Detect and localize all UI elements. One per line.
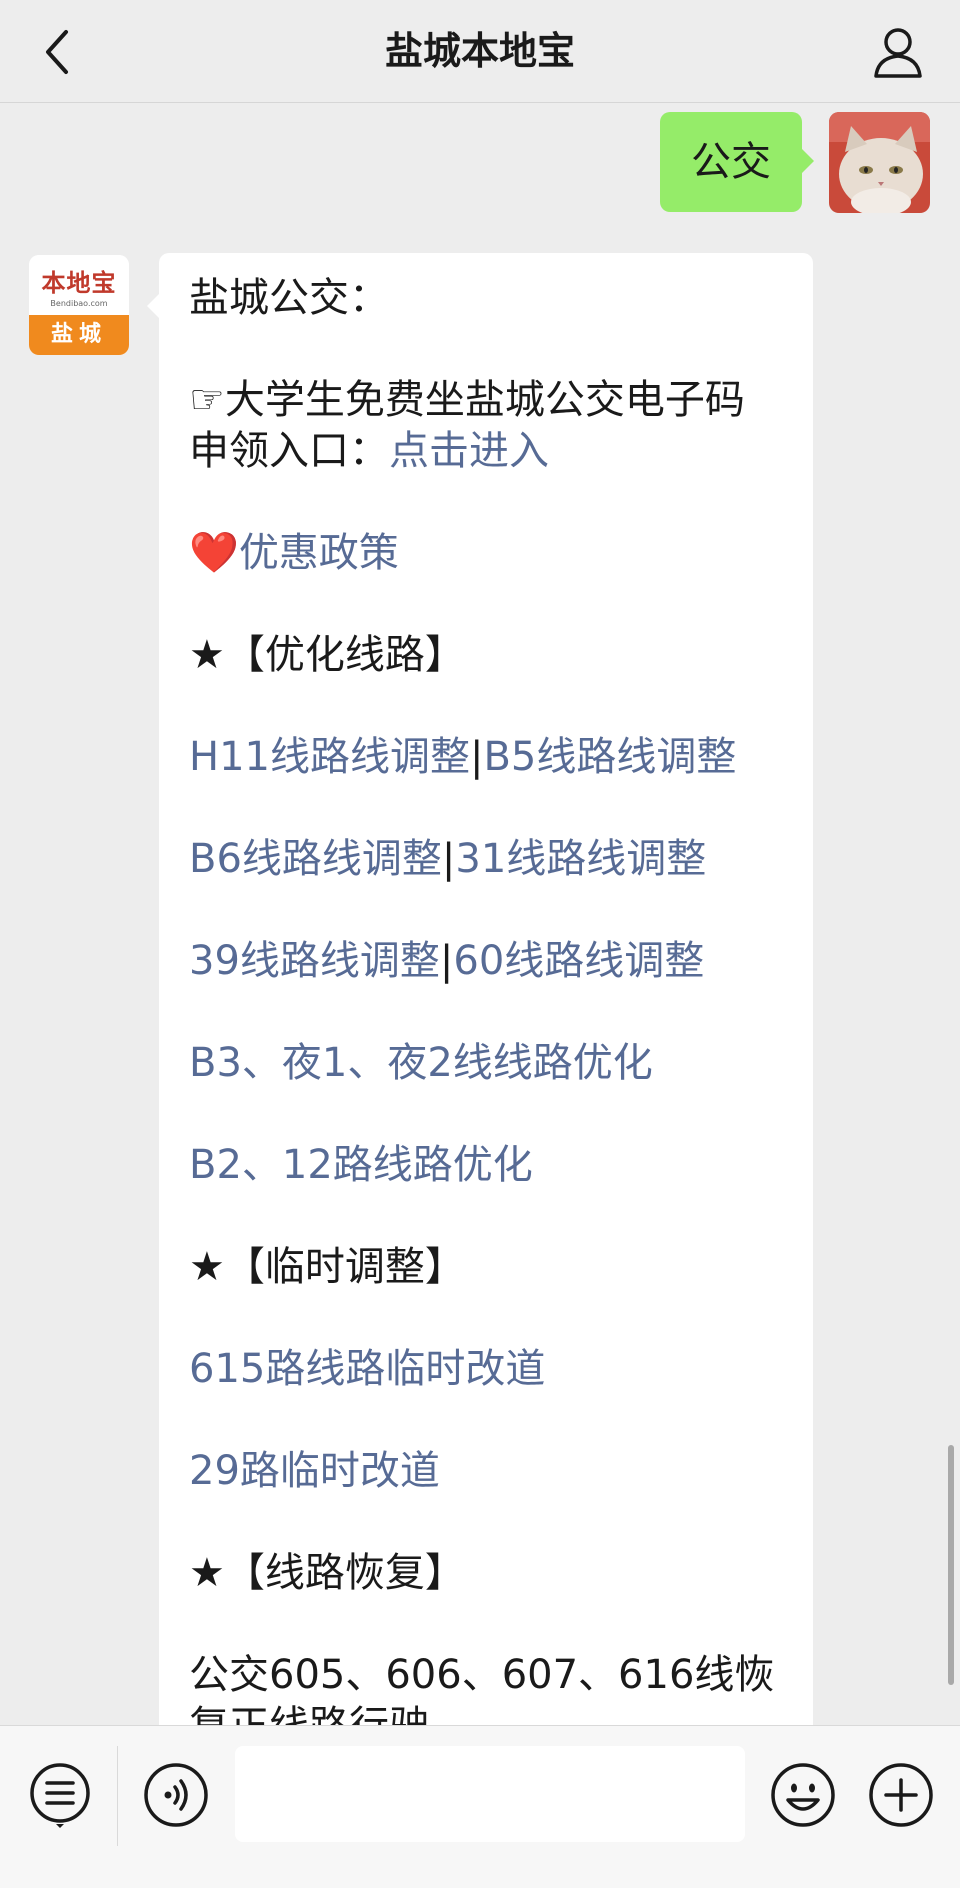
route-link-h11[interactable]: H11线路线调整 [189,734,470,780]
logo-main-text: 本地宝 [41,268,117,297]
page-title: 盐城本地宝 [384,29,575,73]
route-link-29[interactable]: 29路临时改道 [189,1448,440,1494]
route-link-615[interactable]: 615路线路临时改道 [189,1346,545,1392]
route-row: H11线路线调整|B5线路线调整 [189,732,783,783]
student-entry-paragraph: ☞大学生免费坐盐城公交电子码申领入口：点击进入 [189,375,783,477]
incoming-message-bubble: 盐城公交： ☞大学生免费坐盐城公交电子码申领入口：点击进入 ❤️优惠政策 ★【优… [147,253,813,1725]
route-row: 39线路线调整|60线路线调整 [189,936,783,987]
separator: | [441,836,456,882]
route-link-31[interactable]: 31线路线调整 [455,836,706,882]
scrollbar[interactable] [948,1445,954,1685]
menu-list-icon[interactable] [27,1762,93,1828]
separator: | [439,938,454,984]
route-row: B6线路线调整|31线路线调整 [189,834,783,885]
emoji-icon[interactable] [770,1762,836,1828]
section-heading-optimize: ★【优化线路】 [189,632,465,678]
route-link-b6[interactable]: B6线路线调整 [189,836,442,882]
plus-icon[interactable] [868,1762,934,1828]
route-row: B3、夜1、夜2线线路优化 [189,1038,783,1089]
route-link-b5[interactable]: B5线路线调整 [483,734,736,780]
outgoing-message-bubble[interactable]: 公交 [660,112,814,212]
heart-icon: ❤️ [189,530,239,576]
logo-url-text: Bendibao.com [50,299,108,308]
student-entry-link[interactable]: 点击进入 [389,428,549,474]
cat-avatar-image [829,112,930,213]
divider [117,1746,118,1846]
route-row: 615路线路临时改道 [189,1344,783,1395]
bottom-bar [0,1725,960,1888]
logo-city-text: 盐城 [29,315,129,355]
person-icon[interactable] [866,20,930,84]
route-row: B2、12路线路优化 [189,1140,783,1191]
account-avatar[interactable]: 本地宝 Bendibao.com 盐城 [29,255,129,355]
voice-icon[interactable] [143,1762,209,1828]
section-heading-restore: ★【线路恢复】 [189,1550,465,1596]
route-link-b3-night[interactable]: B3、夜1、夜2线线路优化 [189,1040,653,1086]
route-link-b2-12[interactable]: B2、12路线路优化 [189,1142,533,1188]
policy-link[interactable]: 优惠政策 [239,530,399,576]
logo: 本地宝 Bendibao.com [29,255,129,315]
route-row: 29路临时改道 [189,1446,783,1497]
separator: | [469,734,484,780]
reply-title: 盐城公交： [189,275,389,321]
user-avatar[interactable] [829,112,930,213]
restore-text: 公交605、606、607、616线恢复正线路行驶 [189,1652,775,1725]
policy-paragraph: ❤️优惠政策 [189,528,783,579]
chat-area[interactable]: 公交 本地宝 Bendibao.com 盐城 盐城公交： ☞大学生免费坐盐城公交… [0,103,960,1725]
section-heading-temporary: ★【临时调整】 [189,1244,465,1290]
message-input[interactable] [235,1746,745,1842]
nav-bar: 盐城本地宝 [0,0,960,103]
route-link-39[interactable]: 39线路线调整 [189,938,440,984]
route-link-60[interactable]: 60线路线调整 [453,938,704,984]
